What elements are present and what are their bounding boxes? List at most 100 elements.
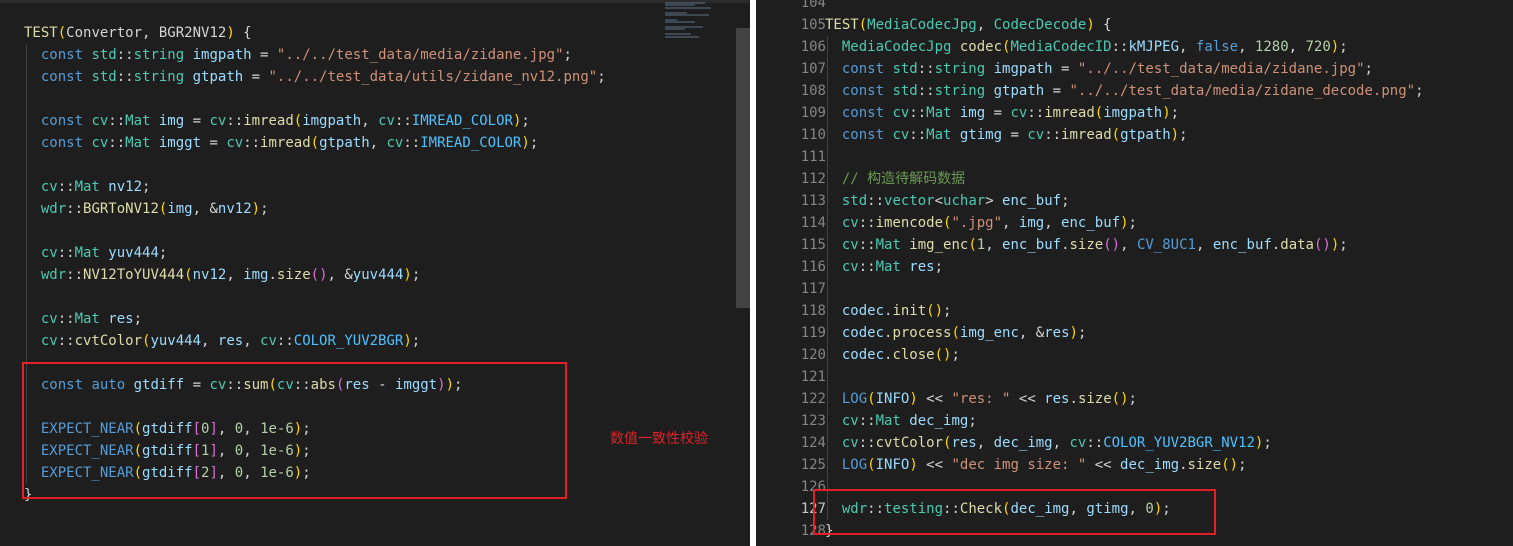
minimap-line — [665, 21, 695, 24]
code-token: , — [142, 25, 159, 41]
code-line[interactable]: const std::string gtpath = "../../test_d… — [24, 66, 606, 88]
code-token: INFO — [875, 391, 910, 407]
code-line[interactable]: TEST(MediaCodecJpg, CodecDecode) { — [825, 14, 1112, 36]
code-token: , & — [327, 267, 353, 283]
code-token: = — [1002, 127, 1028, 143]
code-token: , — [369, 135, 387, 151]
code-token: CV_8UC1 — [1136, 237, 1196, 253]
code-token: yuv444 — [108, 245, 159, 261]
code-token: ; — [142, 179, 151, 195]
code-token: BGRToNV12 — [83, 201, 159, 217]
code-token: :: — [917, 83, 935, 99]
code-token: codec — [825, 325, 885, 341]
code-line[interactable]: cv::Mat img_enc(1, enc_buf.size(), CV_8U… — [825, 234, 1348, 256]
code-line[interactable]: cv::cvtColor(res, dec_img, cv::COLOR_YUV… — [825, 432, 1272, 454]
code-token: MediaCodecID — [1010, 39, 1112, 55]
code-token: COLOR_YUV2BGR_NV12 — [1103, 435, 1255, 451]
code-line[interactable]: wdr::BGRToNV12(img, &nv12); — [24, 198, 269, 220]
code-token: :: — [917, 61, 935, 77]
code-token: cv — [825, 215, 859, 231]
code-line[interactable]: cv::Mat yuv444; — [24, 242, 167, 264]
code-token: img — [158, 113, 185, 129]
code-token: . — [1069, 391, 1078, 407]
minimap[interactable] — [665, 0, 735, 40]
code-line[interactable]: cv::Mat dec_img; — [825, 410, 977, 432]
code-line[interactable]: const cv::Mat imggt = cv::imread(gtpath,… — [24, 132, 538, 154]
code-token: INFO — [875, 457, 910, 473]
code-token: () — [934, 347, 952, 363]
code-token: img — [243, 267, 269, 283]
code-token: std — [892, 83, 918, 99]
code-line[interactable]: wdr::NV12ToYUV444(nv12, img.size(), &yuv… — [24, 264, 420, 286]
code-line[interactable]: cv::imencode(".jpg", img, enc_buf); — [825, 212, 1137, 234]
right-editor-pane[interactable]: 104 105 106 107 108 109 110 111 112 113 114 115 116 1… — [756, 0, 1513, 546]
code-line[interactable]: const std::string imgpath = "../../test_… — [825, 58, 1373, 80]
code-token: gtpath — [192, 69, 244, 85]
code-token: . — [1179, 457, 1188, 473]
code-token: const — [825, 127, 893, 143]
line-number: 104 — [800, 0, 826, 11]
code-token: ) — [226, 25, 235, 41]
code-token: << — [1010, 391, 1045, 407]
code-token: const — [24, 69, 92, 85]
code-token: << — [1086, 457, 1121, 473]
code-line[interactable]: cv::Mat nv12; — [24, 176, 151, 198]
code-token: 1280 — [1254, 39, 1289, 55]
code-token: gtpath — [1120, 127, 1171, 143]
code-token: close — [892, 347, 935, 363]
code-line[interactable]: codec.process(img_enc, &res); — [825, 322, 1087, 344]
code-line[interactable]: const std::string gtpath = "../../test_d… — [825, 80, 1424, 102]
code-token: () — [926, 303, 944, 319]
code-line[interactable]: cv::cvtColor(yuv444, res, cv::COLOR_YUV2… — [24, 330, 420, 352]
code-line[interactable]: LOG(INFO) << "res: " << res.size(); — [825, 388, 1137, 410]
code-token: TEST — [825, 17, 859, 33]
code-token: , — [1179, 39, 1196, 55]
code-token: ( — [951, 325, 960, 341]
line-number: 116 — [800, 259, 826, 275]
code-token: imgpath — [302, 113, 362, 129]
code-line[interactable]: const std::string imgpath = "../../test_… — [24, 44, 572, 66]
line-number: 123 — [800, 413, 826, 429]
code-token: ( — [1111, 127, 1121, 143]
code-token: enc_buf — [1002, 193, 1062, 209]
code-line[interactable]: LOG(INFO) << "dec img size: " << dec_img… — [825, 454, 1247, 476]
minimap-line — [665, 14, 709, 16]
code-token: MediaCodecJpg — [867, 17, 977, 33]
line-number: 122 — [800, 391, 826, 407]
code-token: , — [226, 267, 244, 283]
code-line[interactable]: // 构造待解码数据 — [825, 168, 965, 190]
code-token: "../../test_data/media/zidane.jpg" — [1077, 61, 1365, 77]
code-token: "res: " — [951, 391, 1011, 407]
highlight-box-consistency-check — [22, 362, 567, 499]
vertical-scrollbar[interactable] — [736, 28, 750, 308]
code-line[interactable]: TEST(Convertor, BGR2NV12) { — [24, 22, 252, 44]
code-token: std — [892, 61, 918, 77]
code-token: imread — [243, 113, 294, 129]
code-token: cv — [825, 435, 859, 451]
code-token: cv — [226, 135, 244, 151]
code-line[interactable]: codec.init(); — [825, 300, 952, 322]
code-token: , — [1052, 435, 1070, 451]
code-line[interactable]: cv::Mat res; — [825, 256, 943, 278]
code-token: ) — [1162, 105, 1171, 121]
code-token: res — [909, 259, 935, 275]
code-token: cv — [892, 127, 910, 143]
code-token: , — [976, 435, 994, 451]
code-line[interactable]: const cv::Mat gtimg = cv::imread(gtpath)… — [825, 124, 1188, 146]
highlight-box-check-call — [813, 489, 1216, 535]
code-line[interactable]: const cv::Mat img = cv::imread(imgpath, … — [24, 110, 530, 132]
code-line[interactable]: std::vector<uchar> enc_buf; — [825, 190, 1070, 212]
code-token: , — [1002, 215, 1019, 231]
code-token: , — [976, 17, 994, 33]
code-line[interactable]: const cv::Mat img = cv::imread(imgpath); — [825, 102, 1179, 124]
code-token: res — [1044, 325, 1070, 341]
code-token: dec_img — [1120, 457, 1180, 473]
code-line[interactable]: cv::Mat res; — [24, 308, 142, 330]
minimap-line — [665, 28, 685, 31]
left-editor-pane[interactable]: TEST(Convertor, BGR2NV12) { const std::s… — [0, 0, 750, 546]
code-line[interactable]: codec.close(); — [825, 344, 960, 366]
code-line[interactable]: MediaCodecJpg codec(MediaCodecID::kMJPEG… — [825, 36, 1348, 58]
code-token: , & — [192, 201, 218, 217]
code-token: cv — [209, 113, 227, 129]
code-token: imgpath — [192, 47, 252, 63]
